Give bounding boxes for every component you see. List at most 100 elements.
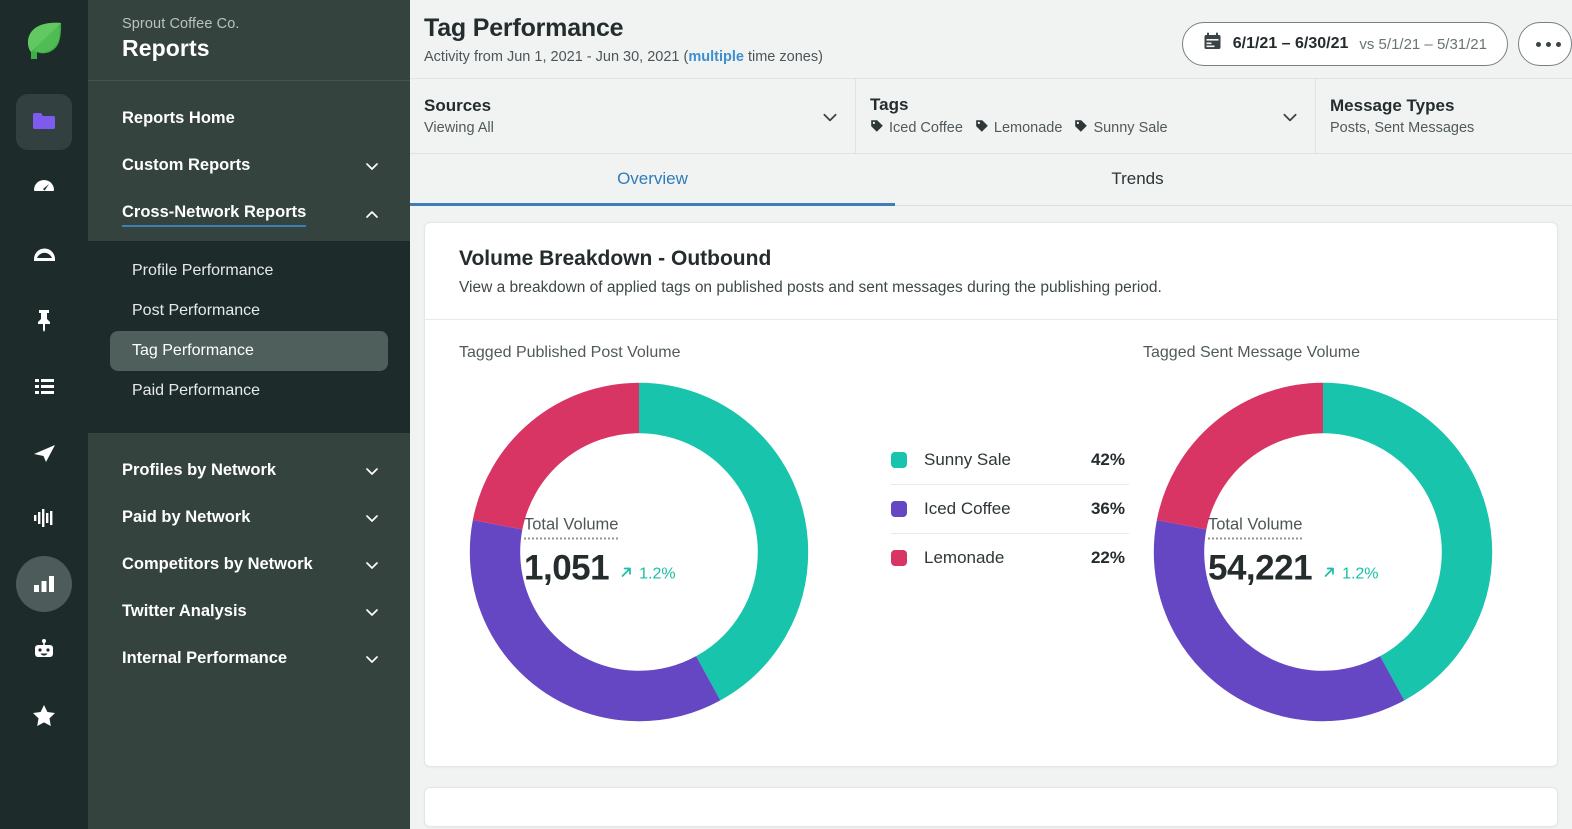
legend-row[interactable]: Lemonade 22% [891, 534, 1129, 582]
sidebar-item-reports-home[interactable]: Reports Home [88, 95, 410, 142]
sidebar-item-twitter-analysis[interactable]: Twitter Analysis [88, 588, 410, 635]
rail-item-listening[interactable] [16, 490, 72, 546]
sidebar-submenu: Profile Performance Post Performance Tag… [88, 241, 410, 433]
tab-overview[interactable]: Overview [410, 154, 895, 206]
legend-label: Sunny Sale [924, 450, 1091, 470]
dashboard-gauge-icon [31, 175, 57, 201]
sidebar-item-label: Profiles by Network [122, 461, 276, 480]
card-header: Volume Breakdown - Outbound View a break… [425, 223, 1557, 320]
chart-legend: Sunny Sale 42% Iced Coffee 36% Lemonade … [839, 344, 1129, 582]
rail-item-inbox[interactable] [16, 226, 72, 282]
date-range-picker[interactable]: 6/1/21 – 6/30/21 vs 5/1/21 – 5/31/21 [1182, 22, 1508, 66]
sidebar-item-post-performance[interactable]: Post Performance [110, 291, 388, 331]
chevron-down-icon [364, 604, 380, 620]
bar-chart-icon [31, 571, 57, 597]
tag-chip: Sunny Sale [1074, 119, 1167, 137]
rail-item-dashboard[interactable] [16, 160, 72, 216]
sidebar-item-profiles-by-network[interactable]: Profiles by Network [88, 447, 410, 494]
total-volume-row: 54,221 1.2% [1208, 549, 1438, 589]
tag-icon [1074, 119, 1088, 137]
bot-icon [31, 637, 57, 663]
rail-item-bots[interactable] [16, 622, 72, 678]
page-title: Tag Performance [424, 14, 823, 43]
sidebar-item-paid-by-network[interactable]: Paid by Network [88, 494, 410, 541]
main-content: Tag Performance Activity from Jun 1, 202… [410, 0, 1572, 829]
tag-chip: Lemonade [975, 119, 1063, 137]
paper-plane-icon [31, 439, 58, 466]
filter-bar: Sources Viewing All Tags Iced Coffee [410, 79, 1572, 154]
sidebar-item-profile-performance[interactable]: Profile Performance [110, 251, 388, 291]
delta-value: 1.2% [1342, 566, 1378, 584]
page-header-text: Tag Performance Activity from Jun 1, 202… [410, 14, 823, 65]
legend-value: 22% [1091, 548, 1125, 568]
legend-row[interactable]: Sunny Sale 42% [891, 436, 1129, 485]
total-volume-label[interactable]: Total Volume [524, 516, 618, 540]
tag-icon [870, 119, 884, 137]
sidebar-item-cross-network-reports[interactable]: Cross-Network Reports [88, 189, 410, 241]
rail-item-reviews[interactable] [16, 688, 72, 744]
sidebar-item-label: Cross-Network Reports [122, 203, 306, 227]
sidebar-item-competitors-by-network[interactable]: Competitors by Network [88, 541, 410, 588]
rail-item-reports[interactable] [16, 556, 72, 612]
sidebar-item-internal-performance[interactable]: Internal Performance [88, 635, 410, 682]
list-icon [31, 373, 57, 399]
chevron-down-icon [364, 557, 380, 573]
content-scroll-area[interactable]: Volume Breakdown - Outbound View a break… [410, 206, 1572, 829]
rail-item-publishing[interactable] [16, 424, 72, 480]
total-volume-row: 1,051 1.2% [524, 549, 754, 589]
sidebar-item-paid-performance[interactable]: Paid Performance [110, 371, 388, 411]
filter-value: Viewing All [424, 120, 494, 136]
sidebar-nav-bottom: Profiles by Network Paid by Network Comp… [88, 433, 410, 682]
delta-value: 1.2% [639, 566, 675, 584]
rail-item-folder[interactable] [16, 94, 72, 150]
arrow-up-right-icon [1322, 565, 1337, 585]
app-root: Sprout Coffee Co. Reports Reports Home C… [0, 0, 1572, 829]
sidebar-item-label: Twitter Analysis [122, 602, 247, 621]
sprout-leaf-logo[interactable] [17, 14, 71, 68]
sidebar-item-tag-performance[interactable]: Tag Performance [110, 331, 388, 371]
legend-row[interactable]: Iced Coffee 36% [891, 485, 1129, 534]
rail-item-list[interactable] [16, 358, 72, 414]
donut-chart-published: Total Volume 1,051 1.2% [459, 372, 819, 732]
inbox-icon [31, 241, 58, 268]
filter-tags[interactable]: Tags Iced Coffee Lemonade Sunny Sale [855, 79, 1315, 153]
filter-value: Iced Coffee Lemonade Sunny Sale [870, 119, 1175, 137]
filter-title: Tags [870, 95, 1175, 115]
filter-title: Sources [424, 96, 494, 116]
filter-sources[interactable]: Sources Viewing All [410, 79, 855, 153]
chart-label: Tagged Published Post Volume [459, 344, 839, 362]
subtitle-after: time zones) [744, 49, 823, 65]
chevron-down-icon [821, 108, 837, 124]
compare-range-value: vs 5/1/21 – 5/31/21 [1359, 36, 1487, 53]
legend-label: Lemonade [924, 548, 1091, 568]
subtitle-before: Activity from Jun 1, 2021 - Jun 30, 2021… [424, 49, 688, 65]
card-title: Volume Breakdown - Outbound [459, 247, 1523, 271]
total-volume-value: 54,221 [1208, 549, 1312, 589]
chevron-down-icon [364, 510, 380, 526]
donut-center-sent: Total Volume 54,221 1.2% [1208, 516, 1438, 589]
timezone-link[interactable]: multiple [688, 49, 744, 65]
card-body: Tagged Published Post Volume Total [425, 320, 1557, 766]
rail-item-pin[interactable] [16, 292, 72, 348]
total-volume-delta: 1.2% [619, 565, 675, 585]
listening-waveform-icon [31, 505, 57, 531]
next-card-partial [424, 787, 1558, 827]
card-description: View a breakdown of applied tags on publ… [459, 279, 1523, 297]
sidebar-item-label: Paid by Network [122, 508, 250, 527]
volume-breakdown-card: Volume Breakdown - Outbound View a break… [424, 222, 1558, 767]
sidebar-item-custom-reports[interactable]: Custom Reports [88, 142, 410, 189]
arrow-up-right-icon [619, 565, 634, 585]
legend-value: 36% [1091, 499, 1125, 519]
more-options-button[interactable] [1518, 22, 1572, 66]
tag-chip: Iced Coffee [870, 119, 963, 137]
total-volume-delta: 1.2% [1322, 565, 1378, 585]
tag-icon [975, 119, 989, 137]
total-volume-label[interactable]: Total Volume [1208, 516, 1302, 540]
tab-trends[interactable]: Trends [895, 154, 1380, 206]
legend-swatch [891, 550, 907, 566]
chevron-down-icon [1281, 108, 1297, 124]
filter-message-types[interactable]: Message Types Posts, Sent Messages [1315, 79, 1572, 153]
pin-icon [31, 307, 57, 333]
sidebar: Sprout Coffee Co. Reports Reports Home C… [88, 0, 410, 829]
sidebar-header: Sprout Coffee Co. Reports [88, 0, 410, 81]
